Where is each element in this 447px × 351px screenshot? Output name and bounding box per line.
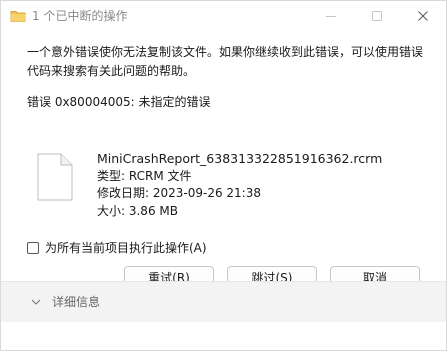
file-type: 类型: RCRM 文件: [97, 168, 192, 183]
error-message: 一个意外错误使你无法复制该文件。如果你继续收到此错误，可以使用错误代码来搜索有关…: [27, 45, 424, 78]
dialog-footer: 详细信息: [1, 281, 446, 322]
error-code: 错误 0x80004005: 未指定的错误: [27, 95, 211, 109]
minimize-icon: [326, 16, 336, 17]
apply-to-all-option[interactable]: 为所有当前项目执行此操作(A): [27, 240, 207, 256]
file-size: 大小: 3.86 MB: [97, 203, 178, 218]
minimize-button[interactable]: [308, 1, 354, 31]
title-bar[interactable]: 1 个已中断的操作: [1, 1, 446, 31]
apply-to-all-checkbox[interactable]: [27, 242, 39, 254]
file-details: MiniCrashReport_638313322851916362.rcrm …: [97, 150, 382, 220]
apply-to-all-label[interactable]: 为所有当前项目执行此操作(A): [45, 240, 207, 256]
file-modified-date: 修改日期: 2023-09-26 21:38: [97, 186, 261, 200]
close-button[interactable]: [400, 1, 446, 31]
chevron-down-icon: [31, 299, 41, 305]
document-icon: [37, 153, 73, 201]
more-details-toggle[interactable]: 详细信息: [31, 294, 100, 310]
maximize-icon: [372, 11, 382, 21]
folder-copy-icon: [10, 8, 26, 24]
more-details-label[interactable]: 详细信息: [52, 294, 100, 310]
close-icon: [418, 11, 428, 21]
error-dialog: 1 个已中断的操作 一个意外错误使你无法复制该文件。如果你继续收到此错误，可以使…: [0, 0, 447, 351]
window-title: 1 个已中断的操作: [32, 9, 128, 23]
maximize-button[interactable]: [354, 1, 400, 31]
file-name: MiniCrashReport_638313322851916362.rcrm: [97, 151, 383, 166]
